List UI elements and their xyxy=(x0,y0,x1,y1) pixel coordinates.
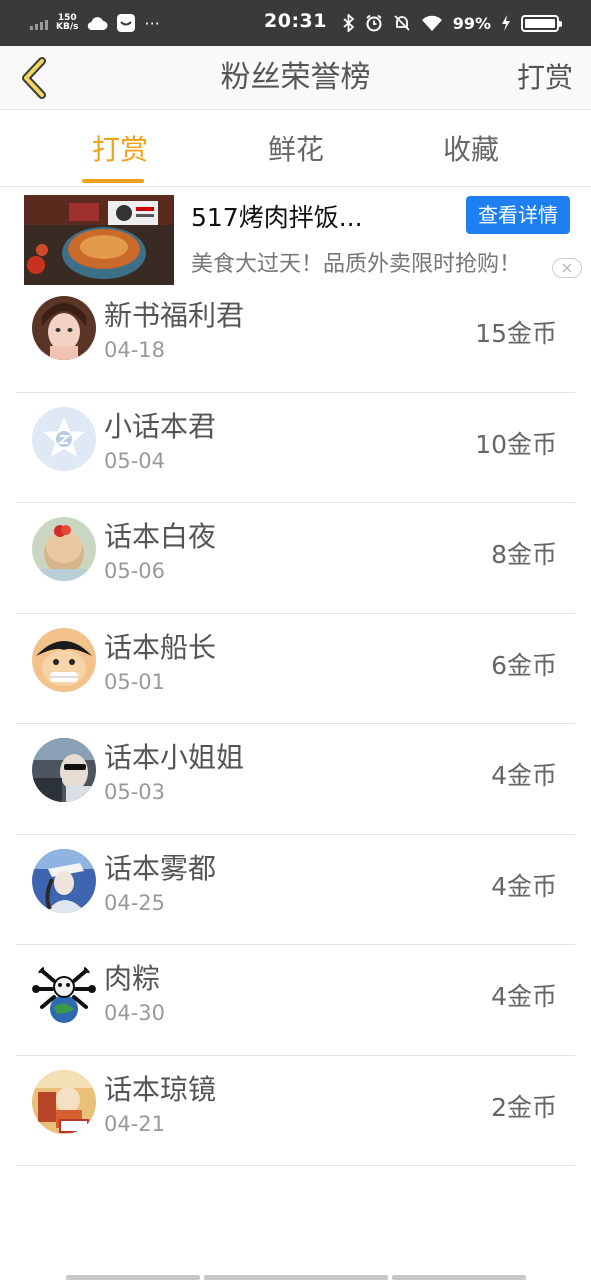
ad-title: 517烤肉拌饭... xyxy=(191,203,363,232)
wifi-icon xyxy=(421,15,442,31)
fan-list: 新书福利君 04-18 15金币 小话本君 05-04 10金币 话本白夜 05… xyxy=(0,282,591,1166)
avatar xyxy=(32,406,96,471)
status-bar: 150 KB/s ··· 20:31 99% xyxy=(0,0,591,46)
bluetooth-icon xyxy=(343,14,355,32)
page-title: 粉丝荣誉榜 xyxy=(220,60,371,95)
fan-amount: 10金币 xyxy=(475,429,557,459)
navigation-bar: 粉丝荣誉榜 打赏 xyxy=(0,46,591,110)
list-item[interactable]: 话本琼镜 04-21 2金币 xyxy=(16,1056,575,1166)
list-item[interactable]: 肉粽 04-30 4金币 xyxy=(16,945,575,1056)
fan-date: 04-21 xyxy=(104,1111,166,1136)
list-item[interactable]: 小话本君 05-04 10金币 xyxy=(16,393,575,503)
fan-name: 话本船长 xyxy=(104,630,217,664)
mute-bell-icon xyxy=(394,15,410,31)
tab-favorites[interactable]: 收藏 xyxy=(401,111,541,187)
tab-bar: 打赏 鲜花 收藏 xyxy=(0,111,591,187)
ad-banner[interactable]: 517烤肉拌饭... 查看详情 美食大过天！品质外卖限时抢购！ xyxy=(0,188,591,288)
fan-name: 话本琼镜 xyxy=(104,1072,217,1106)
list-item[interactable]: 话本船长 05-01 6金币 xyxy=(16,614,575,724)
fan-amount: 2金币 xyxy=(491,1092,557,1122)
fan-amount: 15金币 xyxy=(475,319,557,348)
tab-flowers[interactable]: 鲜花 xyxy=(226,111,366,187)
avatar xyxy=(32,296,96,360)
avatar xyxy=(32,959,96,1023)
list-item[interactable]: 话本小姐姐 05-03 4金币 xyxy=(16,724,575,835)
tab-reward[interactable]: 打赏 xyxy=(50,111,190,187)
avatar xyxy=(32,1069,96,1134)
ad-close-button[interactable] xyxy=(552,258,582,278)
ad-image xyxy=(24,195,174,285)
list-item[interactable]: 新书福利君 04-18 15金币 xyxy=(16,282,575,393)
fan-date: 05-06 xyxy=(104,559,166,583)
fan-date: 05-04 xyxy=(104,448,166,473)
fan-name: 话本雾都 xyxy=(104,851,217,885)
fan-date: 04-18 xyxy=(104,338,166,362)
alarm-icon xyxy=(366,14,382,32)
battery-icon xyxy=(521,14,562,32)
fan-name: 话本白夜 xyxy=(104,520,217,553)
ad-details-button[interactable]: 查看详情 xyxy=(466,196,570,234)
battery-percent: 99% xyxy=(452,13,491,33)
fan-amount: 4金币 xyxy=(491,761,557,790)
fan-name: 小话本君 xyxy=(104,409,217,443)
fan-date: 05-03 xyxy=(104,780,166,804)
fan-name: 肉粽 xyxy=(104,962,161,995)
home-indicator xyxy=(66,1275,526,1280)
avatar xyxy=(32,627,96,692)
fan-amount: 4金币 xyxy=(491,871,557,901)
fan-date: 04-25 xyxy=(104,890,166,915)
reward-button[interactable]: 打赏 xyxy=(517,46,573,110)
avatar xyxy=(32,517,96,581)
fan-amount: 6金币 xyxy=(491,650,557,680)
list-item[interactable]: 话本白夜 05-06 8金币 xyxy=(16,503,575,614)
fan-date: 05-01 xyxy=(104,669,166,694)
status-right: 99% xyxy=(343,10,562,36)
avatar xyxy=(32,848,96,913)
ad-description: 美食大过天！品质外卖限时抢购！ xyxy=(191,252,522,277)
fan-date: 04-30 xyxy=(104,1001,166,1025)
fan-name: 新书福利君 xyxy=(104,299,245,332)
close-icon xyxy=(562,263,572,273)
charging-icon xyxy=(502,15,510,31)
avatar xyxy=(32,738,96,802)
fan-name: 话本小姐姐 xyxy=(104,741,245,774)
fan-amount: 4金币 xyxy=(491,982,557,1011)
fan-amount: 8金币 xyxy=(491,540,557,569)
list-item[interactable]: 话本雾都 04-25 4金币 xyxy=(16,835,575,945)
